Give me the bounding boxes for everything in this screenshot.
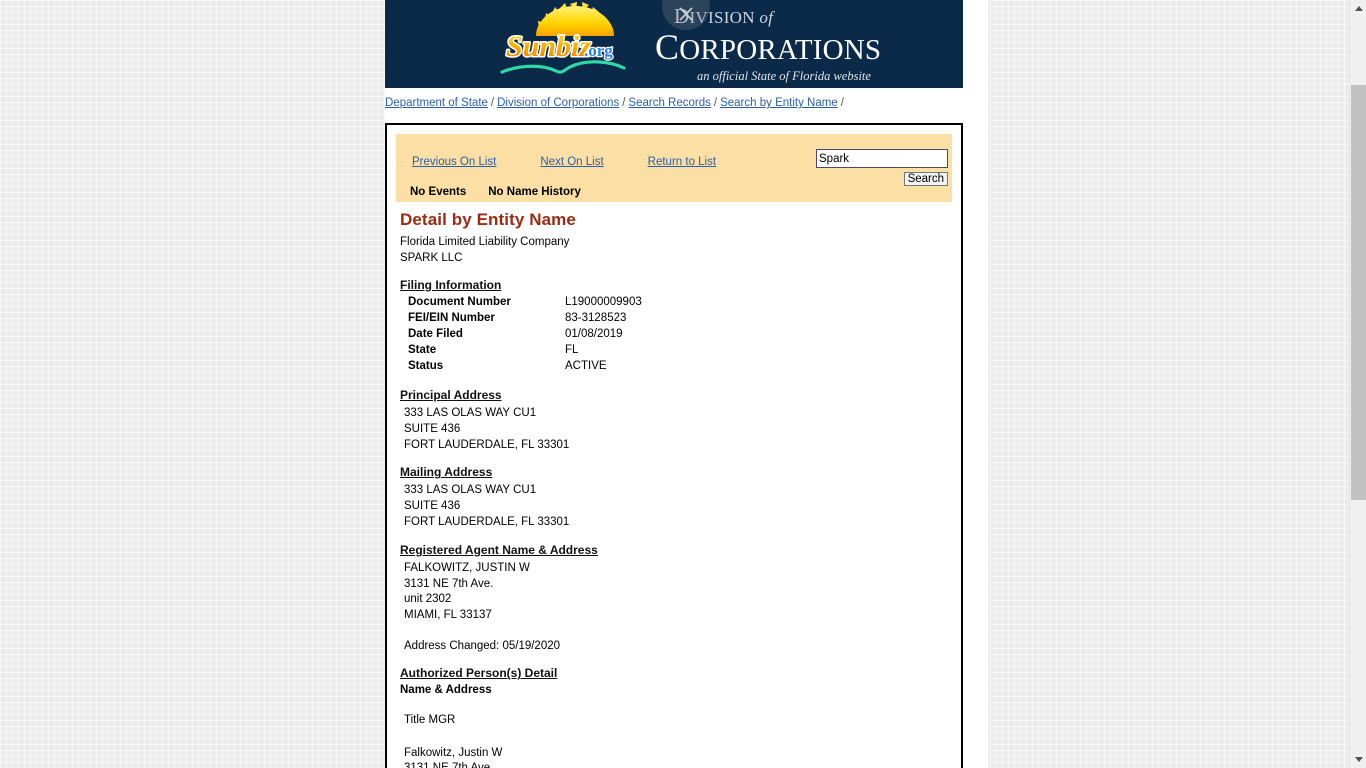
search-input[interactable] [816,149,948,168]
entity-name: SPARK LLC [400,251,463,264]
svg-text:Sunbiz: Sunbiz [506,30,591,63]
mailing-address-block: 333 LAS OLAS WAY CU1 SUITE 436 FORT LAUD… [404,483,952,530]
breadcrumb-separator: / [840,97,844,109]
table-row: Date Filed 01/08/2019 [408,328,642,344]
registered-agent-line4: MIAMI, FL 33137 [404,609,492,622]
browser-page: Sunbiz Sunbiz .org .org DIVISION of CORP… [385,0,988,768]
authorized-person-title: Title MGR [404,714,456,727]
breadcrumb-link-search-by-entity-name[interactable]: Search by Entity Name [720,97,838,109]
fei-ein-number-label: FEI/EIN Number [408,312,495,324]
triangle-up-glyph [1354,6,1363,11]
table-row: Document Number L19000009903 [408,296,642,312]
next-on-list-link[interactable]: Next On List [540,156,603,168]
triangle-down-glyph [1354,757,1363,762]
state-value: FL [565,344,579,356]
corporations-rest: ORPORATIONS [679,34,882,66]
table-row: FEI/EIN Number 83-3128523 [408,312,642,328]
mailing-address-heading: Mailing Address [400,465,493,480]
principal-address-block: 333 LAS OLAS WAY CU1 SUITE 436 FORT LAUD… [404,406,952,453]
table-row: Status ACTIVE [408,360,642,376]
breadcrumb-link-division-of-corporations[interactable]: Division of Corporations [497,97,619,109]
list-navigation-links: Previous On List Next On List Return to Li… [412,156,716,168]
search-button[interactable]: Search [903,172,948,186]
state-label: State [408,344,437,356]
principal-address-line2: SUITE 436 [404,422,461,435]
breadcrumb: Department of State / Division of Corporat… [385,97,963,109]
fei-ein-number-value: 83-3128523 [565,312,627,324]
entity-flags: No Events No Name History [410,186,603,198]
page-title: Detail by Entity Name [400,210,576,229]
corporations-dropcap: C [655,27,680,67]
document-number-value: L19000009903 [565,296,642,308]
search-form: Search [816,149,948,187]
search-toolbar: Previous On List Next On List Return to Li… [396,134,952,202]
return-to-list-link[interactable]: Return to List [648,156,716,168]
scrollbar-thumb[interactable] [1351,85,1366,500]
no-events-flag: No Events [410,186,467,198]
registered-agent-address-changed: Address Changed: 05/19/2020 [404,639,561,652]
entity-detail-panel: Previous On List Next On List Return to Li… [385,123,963,768]
entity-type: Florida Limited Liability Company [400,236,570,248]
authorized-person-name: Falkowitz, Justin W [404,746,503,759]
name-and-address-subheading: Name & Address [400,684,492,697]
filing-information-table: Document Number L19000009903 FEI/EIN Num… [408,296,642,376]
registered-agent-heading: Registered Agent Name & Address [400,542,598,557]
sunbiz-logo-graphic: Sunbiz Sunbiz .org .org [500,2,626,74]
scroll-down-arrow-icon[interactable] [1350,751,1366,768]
registered-agent-line3: unit 2302 [404,593,452,606]
previous-on-list-link[interactable]: Previous On List [412,156,496,168]
date-filed-value: 01/08/2019 [565,328,623,340]
authorized-persons-heading: Authorized Person(s) Detail [400,666,558,681]
mailing-address-line1: 333 LAS OLAS WAY CU1 [404,484,537,497]
mailing-address-line3: FORT LAUDERDALE, FL 33301 [404,515,570,528]
breadcrumb-separator: / [490,97,495,109]
close-x-glyph [679,7,693,21]
division-of-word: of [759,8,774,27]
breadcrumb-link-search-records[interactable]: Search Records [628,97,710,109]
principal-address-line3: FORT LAUDERDALE, FL 33301 [404,438,570,451]
table-row: State FL [408,344,642,360]
svg-text:.org: .org [584,41,613,60]
document-number-label: Document Number [408,296,511,308]
corporations-line: CORPORATIONS [655,29,955,65]
vertical-scrollbar[interactable] [1349,0,1366,768]
site-tagline: an official State of Florida website [697,69,871,83]
status-badge: ACTIVE [565,360,607,372]
registered-agent-line2: 3131 NE 7th Ave. [404,577,494,590]
principal-address-line1: 333 LAS OLAS WAY CU1 [404,407,537,419]
filing-information-heading: Filing Information [400,278,502,292]
registered-agent-name: FALKOWITZ, JUSTIN W [404,561,530,574]
no-name-history-flag: No Name History [488,186,581,198]
registered-agent-block: FALKOWITZ, JUSTIN W 3131 NE 7th Ave. uni… [404,561,952,624]
entity-detail-body: Detail by Entity Name Florida Limited Li… [387,202,961,768]
principal-address-heading: Principal Address [400,388,502,402]
site-header-banner: Sunbiz Sunbiz .org .org DIVISION of CORP… [385,0,963,88]
status-label: Status [408,360,444,372]
date-filed-label: Date Filed [408,328,463,340]
sunbiz-logo[interactable]: Sunbiz Sunbiz .org .org [498,2,658,82]
breadcrumb-link-department-of-state[interactable]: Department of State [385,97,488,109]
breadcrumb-separator: / [713,97,718,109]
scroll-up-arrow-icon[interactable] [1350,0,1366,17]
mailing-address-line2: SUITE 436 [404,500,461,513]
authorized-person-address: 3131 NE 7th Ave. [404,761,952,768]
